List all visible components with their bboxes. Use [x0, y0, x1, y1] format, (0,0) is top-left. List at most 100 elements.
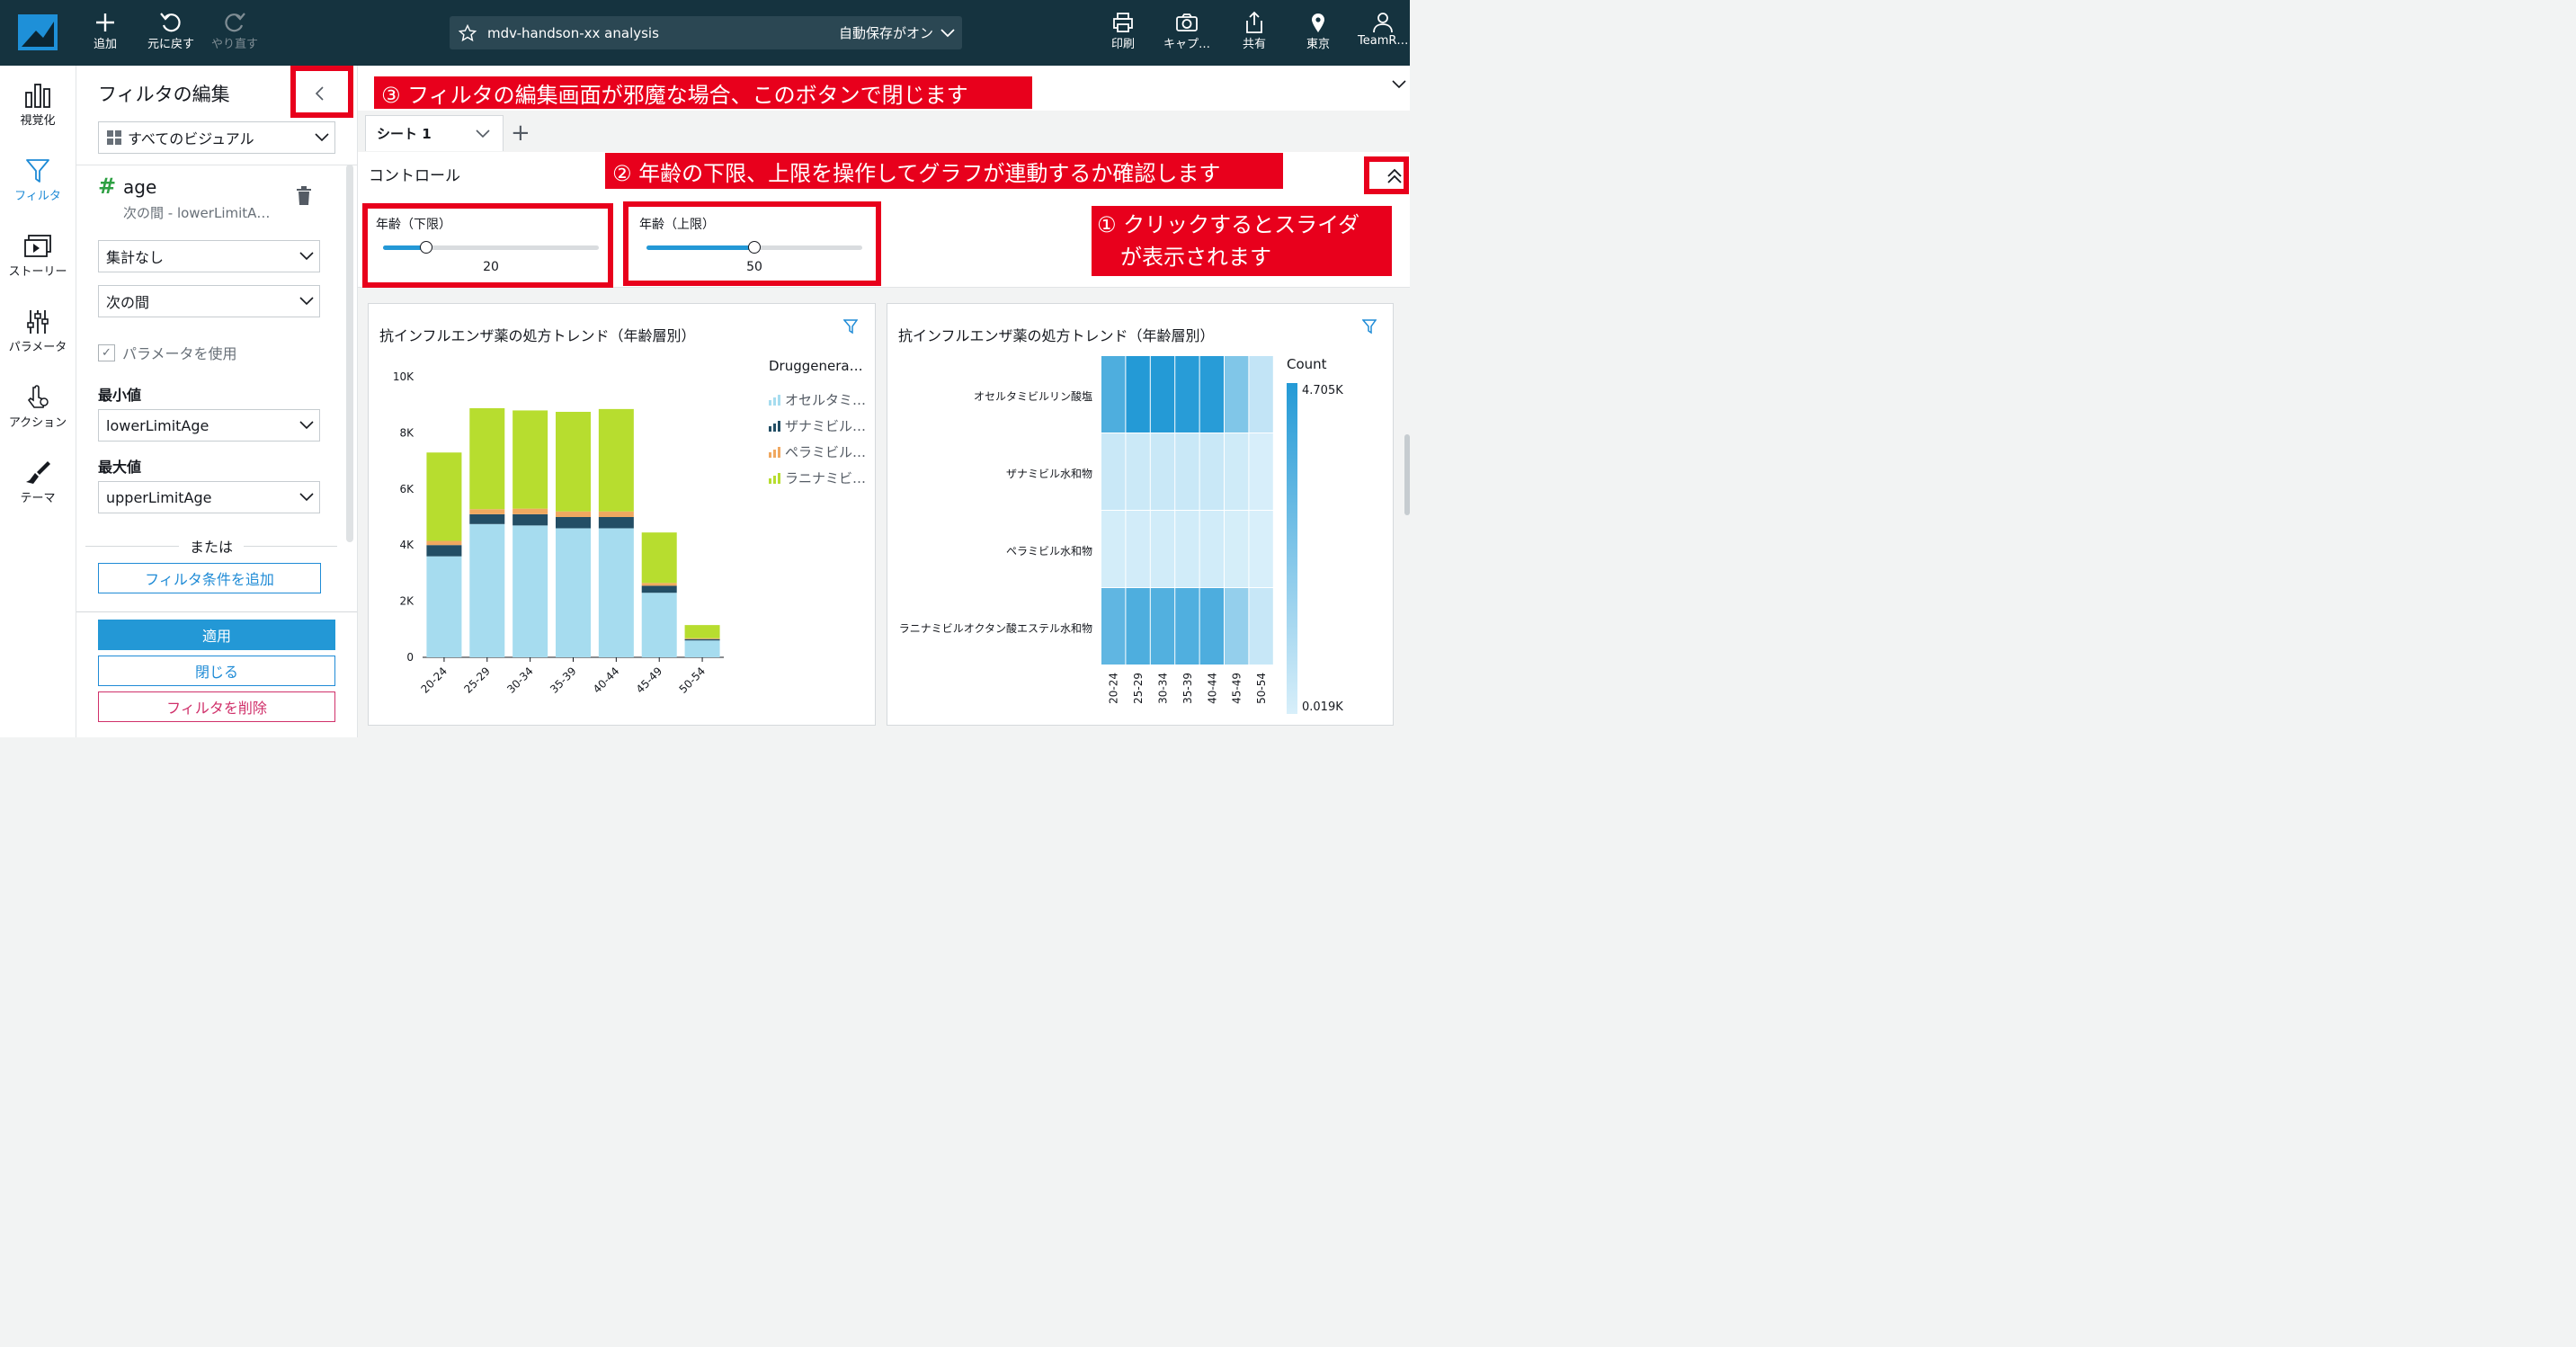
nav-filter-label: フィルタ: [14, 190, 61, 203]
nav-visualize[interactable]: 視覚化: [0, 80, 76, 128]
quicksight-logo[interactable]: [18, 14, 58, 50]
share-icon: [1243, 11, 1265, 34]
legend-item[interactable]: ラニナミビ…: [769, 468, 866, 487]
nav-actions[interactable]: アクション: [0, 382, 76, 430]
nav-parameters[interactable]: パラメータ: [0, 307, 76, 354]
visual-heatmap[interactable]: 抗インフルエンザ薬の処方トレンド（年齢層別） オセルタミビルリン酸塩 ザナミビル…: [887, 303, 1394, 726]
scope-value: すべてのビジュアル: [128, 130, 254, 147]
controls-title: コントロール: [369, 167, 460, 185]
heatmap-cell: [1126, 588, 1150, 665]
printer-icon: [1112, 11, 1134, 34]
heatmap-cell: [1199, 356, 1224, 433]
scope-select[interactable]: すべてのビジュアル: [98, 121, 335, 154]
autosave-dropdown[interactable]: 自動保存がオン: [839, 23, 955, 42]
bar-segment: [513, 513, 548, 526]
filter-icon: [25, 156, 50, 186]
filter-panel-title: フィルタの編集: [98, 84, 230, 105]
close-button[interactable]: 閉じる: [98, 656, 335, 686]
y-tick-label: 0: [406, 651, 414, 664]
add-button[interactable]: 追加: [94, 11, 117, 51]
heatmap-cell: [1199, 588, 1224, 665]
bar-segment: [426, 540, 462, 546]
filter-field-name: age: [123, 176, 157, 198]
filter-edit-panel: フィルタの編集 すべてのビジュアル # age 次の間 - lowerLimit…: [76, 66, 358, 737]
star-icon[interactable]: [459, 23, 477, 42]
heatmap-x-label: 50-54: [1255, 673, 1268, 704]
chevron-down-icon: [294, 252, 319, 261]
legend-swatch-icon: [769, 446, 781, 458]
annotation-2: ② 年齢の下限、上限を操作してグラフが連動するか確認します: [605, 153, 1283, 189]
trash-icon[interactable]: [296, 186, 312, 206]
x-tick-label: 45-49: [634, 665, 665, 696]
legend-item[interactable]: ザナミビル…: [769, 416, 866, 435]
add-sheet-icon[interactable]: +: [511, 120, 530, 147]
redo-button[interactable]: やり直す: [211, 11, 258, 51]
aggregation-select[interactable]: 集計なし: [98, 240, 320, 272]
nav-story[interactable]: ストーリー: [0, 231, 76, 279]
min-value-select[interactable]: lowerLimitAge: [98, 409, 320, 442]
chevron-down-icon[interactable]: [476, 129, 503, 138]
main-scrollbar[interactable]: [1404, 434, 1410, 515]
user-label: TeamR…: [1358, 34, 1409, 48]
bar-segment: [641, 532, 677, 584]
max-value-label: 最大値: [98, 459, 142, 476]
max-value-select[interactable]: upperLimitAge: [98, 481, 320, 513]
bar-segment: [469, 407, 505, 510]
chevron-down-icon: [294, 493, 319, 502]
share-button[interactable]: 共有: [1243, 11, 1266, 51]
legend-item[interactable]: ペラミビル…: [769, 442, 866, 461]
filter-icon[interactable]: [1362, 318, 1377, 335]
heatmap-x-label: 45-49: [1231, 673, 1243, 704]
visual-stacked-bar[interactable]: 抗インフルエンザ薬の処方トレンド（年齢層別） 0 2K 4K 6K 8K 10K 20-24…: [368, 303, 876, 726]
action-icon: [24, 382, 51, 413]
apply-button[interactable]: 適用: [98, 620, 335, 650]
camera-icon: [1175, 11, 1199, 34]
bar-segment: [426, 452, 462, 541]
filter-panel-scrollbar[interactable]: [346, 165, 353, 542]
nav-themes-label: テーマ: [20, 492, 56, 505]
use-parameters-checkbox[interactable]: ✓ パラメータを使用: [98, 342, 237, 363]
heatmap-cell: [1175, 356, 1199, 433]
filter-field-desc: 次の間 - lowerLimitA…: [123, 205, 271, 221]
bar-segment: [513, 410, 548, 509]
chevron-down-icon[interactable]: [1392, 80, 1406, 89]
delete-filter-button[interactable]: フィルタを削除: [98, 691, 335, 722]
legend-item[interactable]: オセルタミ…: [769, 390, 866, 409]
condition-select[interactable]: 次の間: [98, 285, 320, 317]
undo-icon: [159, 11, 183, 34]
nav-filter[interactable]: フィルタ: [0, 156, 76, 203]
heatmap-cell: [1101, 511, 1126, 587]
color-legend-title: Count: [1287, 356, 1327, 372]
capture-button[interactable]: キャプ…: [1163, 11, 1210, 51]
bar-segment: [469, 523, 505, 657]
filter-icon[interactable]: [843, 318, 858, 335]
annotation-1-line2: が表示されます: [1120, 245, 1271, 270]
heatmap-cell: [1150, 356, 1175, 433]
bar-segment: [684, 638, 720, 639]
analysis-name[interactable]: mdv-handson-xx analysis: [487, 25, 839, 41]
bar-segment: [513, 525, 548, 657]
add-filter-condition-button[interactable]: フィルタ条件を追加: [98, 563, 321, 593]
heatmap-cell: [1150, 588, 1175, 665]
color-legend-min: 0.019K: [1302, 700, 1343, 714]
visual2-title: 抗インフルエンザ薬の処方トレンド（年齢層別）: [898, 327, 1215, 344]
nav-themes[interactable]: テーマ: [0, 458, 76, 505]
bar-chart-plot: 0 2K 4K 6K 8K 10K 20-24 25-29 30-34 35-39 40-44 45-…: [393, 370, 724, 696]
heatmap-x-label: 30-34: [1157, 673, 1170, 704]
or-divider: または: [85, 535, 338, 557]
heatmap-x-label: 20-24: [1108, 673, 1120, 704]
heatmap-cell: [1175, 511, 1199, 587]
heatmap-cell: [1249, 511, 1273, 587]
undo-button[interactable]: 元に戻す: [147, 11, 194, 51]
autosave-label: 自動保存がオン: [838, 25, 933, 41]
print-button[interactable]: 印刷: [1111, 11, 1135, 51]
tab-sheet-1[interactable]: シート 1: [365, 115, 504, 151]
annotation-box-upper-slider: [623, 201, 881, 286]
heatmap-cell: [1225, 356, 1249, 433]
user-button[interactable]: TeamR…: [1358, 11, 1408, 48]
y-tick-label: 10K: [393, 370, 414, 383]
chevron-down-icon: [294, 421, 319, 430]
region-button[interactable]: 東京: [1306, 11, 1330, 51]
annotation-box-expand: [1364, 156, 1409, 194]
heatmap-row-label: ザナミビル水和物: [1005, 468, 1092, 480]
